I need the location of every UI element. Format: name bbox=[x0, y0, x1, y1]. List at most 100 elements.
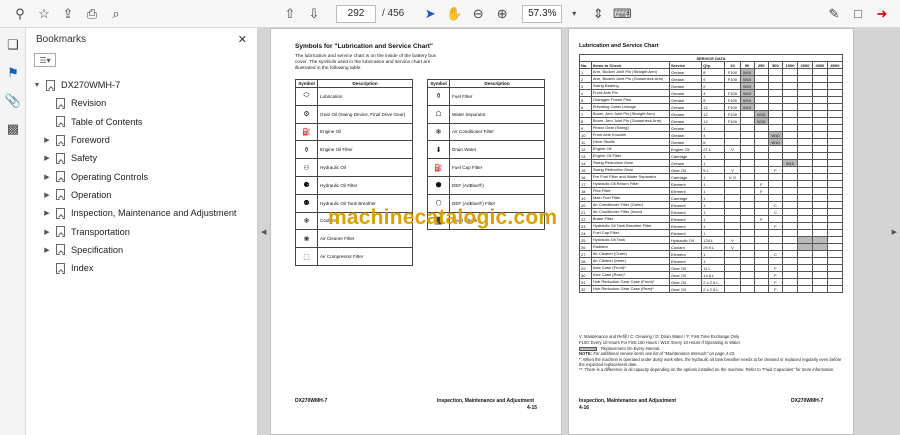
search-icon[interactable]: ⚲ bbox=[8, 3, 32, 25]
table-cell: Grease bbox=[668, 131, 703, 139]
table-cell bbox=[811, 187, 828, 195]
symbol-row: ❀ Air Cleaner Filter bbox=[295, 229, 413, 249]
table-cell: Grease bbox=[668, 110, 703, 118]
zoom-search-icon[interactable]: ⌕ bbox=[104, 3, 128, 25]
bookmark-item[interactable]: ▶ Operating Controls bbox=[26, 167, 257, 185]
chevron-right-icon[interactable]: ▶ bbox=[42, 209, 52, 217]
bookmarks-icon[interactable]: ⚑ bbox=[1, 62, 25, 84]
right-pane-arrow-icon[interactable]: ▶ bbox=[892, 228, 897, 236]
table-cell: Brake Filter bbox=[590, 215, 670, 223]
table-row: 10 Front Axle Knuckle Grease 4 W10 bbox=[579, 131, 844, 139]
table-cell bbox=[826, 131, 844, 139]
table-row: 25 Hydraulic Oil Tank Hydraulic Oil 124 LV bbox=[579, 236, 844, 244]
table-cell bbox=[811, 222, 828, 230]
zoom-out-icon[interactable]: ⊖ bbox=[466, 3, 490, 25]
symbol-row: ⚙ Gear Oil (Swing Device, Final Drive Gea… bbox=[295, 104, 413, 124]
table-cell: 5 bbox=[579, 96, 592, 104]
attachment-icon[interactable]: 📎 bbox=[1, 90, 25, 112]
symbol-row: ⚱ Engine Oil Filter bbox=[295, 140, 413, 160]
bookmark-item[interactable]: Table of Contents bbox=[26, 113, 257, 131]
table-cell bbox=[782, 194, 798, 202]
star-icon[interactable]: ☆ bbox=[32, 3, 56, 25]
page-number-input[interactable]: 292 bbox=[336, 4, 376, 23]
bookmark-item[interactable]: ▶ Foreword bbox=[26, 131, 257, 149]
table-cell bbox=[767, 243, 784, 251]
chevron-right-icon[interactable]: ▶ bbox=[42, 154, 52, 162]
table-cell: Coolant bbox=[668, 243, 703, 251]
bookmark-item[interactable]: Revision bbox=[26, 94, 257, 112]
prev-page-icon[interactable]: ⇧ bbox=[278, 3, 302, 25]
symbol-description: Fuel Filter bbox=[449, 87, 545, 106]
table-cell bbox=[753, 285, 769, 293]
table-cell bbox=[724, 278, 741, 286]
hand-tool-icon[interactable]: ✋ bbox=[442, 3, 466, 25]
table-row: 18 Pilot Filter Element 1 F bbox=[579, 187, 844, 195]
bookmark-item[interactable]: ▶ Transportation bbox=[26, 222, 257, 240]
options-menu-icon[interactable]: ☰▾ bbox=[34, 53, 56, 67]
bookmark-item[interactable]: ▶ Specification bbox=[26, 241, 257, 259]
bookmark-label: Table of Contents bbox=[71, 116, 143, 127]
table-cell: 4 bbox=[579, 89, 592, 97]
document-viewer[interactable]: ◀ ▶ Symbols for "Lubrication and Service… bbox=[258, 28, 900, 435]
bookmark-item[interactable]: ▶ Operation bbox=[26, 186, 257, 204]
table-cell bbox=[782, 208, 798, 216]
legend-notes: V: Maintenance and Refill / C: Cleaning … bbox=[579, 334, 843, 373]
left-pane-arrow-icon[interactable]: ◀ bbox=[261, 228, 266, 236]
next-page-icon[interactable]: ⇩ bbox=[302, 3, 326, 25]
chevron-right-icon[interactable]: ▶ bbox=[42, 136, 52, 144]
table-cell: Swing Bearing bbox=[590, 82, 670, 90]
chevron-right-icon[interactable]: ▶ bbox=[42, 228, 52, 236]
table-cell bbox=[811, 271, 828, 279]
share-icon[interactable]: ➜ bbox=[870, 3, 894, 25]
chevron-right-icon[interactable]: ▶ bbox=[42, 191, 52, 199]
bookmark-item[interactable]: ▶ Inspection, Maintenance and Adjustment bbox=[26, 204, 257, 222]
symbol-description: Fuel Cap Filter bbox=[449, 158, 545, 177]
upload-icon[interactable]: ⇪ bbox=[56, 3, 80, 25]
table-cell bbox=[796, 187, 813, 195]
comment-icon[interactable]: □ bbox=[846, 3, 870, 25]
table-cell bbox=[826, 243, 844, 251]
table-cell bbox=[811, 145, 828, 153]
col-symbol: Symbol bbox=[295, 79, 318, 88]
pen-link-icon[interactable]: ✎ bbox=[822, 3, 846, 25]
zoom-in-icon[interactable]: ⊕ bbox=[490, 3, 514, 25]
bookmark-item[interactable]: ▶ Safety bbox=[26, 149, 257, 167]
table-cell bbox=[796, 89, 813, 97]
chevron-right-icon[interactable]: ▶ bbox=[42, 173, 52, 181]
close-icon[interactable]: ✕ bbox=[238, 33, 247, 46]
table-cell: F100 bbox=[724, 75, 741, 83]
col-symbol: Symbol bbox=[427, 79, 450, 88]
chevron-right-icon[interactable]: ▶ bbox=[42, 246, 52, 254]
print-icon[interactable]: ⎙ bbox=[80, 3, 104, 25]
table-cell: 28 bbox=[579, 257, 592, 265]
bookmark-item[interactable]: Index bbox=[26, 259, 257, 277]
table-cell: W10 bbox=[767, 138, 784, 146]
symbol-icon: ⚇ bbox=[295, 158, 318, 177]
table-cell: Drive Shafts bbox=[590, 138, 670, 146]
table-row: 24 Fuel Cap Filter Element 1 bbox=[579, 229, 844, 237]
select-cursor-icon[interactable]: ➤ bbox=[418, 3, 442, 25]
pages-icon[interactable]: ❏ bbox=[1, 34, 25, 56]
table-cell bbox=[782, 250, 798, 258]
table-cell bbox=[796, 250, 813, 258]
zoom-input[interactable]: 57.3% bbox=[522, 4, 563, 23]
table-cell bbox=[826, 229, 844, 237]
symbol-icon: ⬚ bbox=[295, 247, 318, 266]
zoom-dropdown-icon[interactable]: ▾ bbox=[562, 3, 586, 25]
table-cell bbox=[724, 271, 741, 279]
bookmark-icon bbox=[56, 244, 65, 256]
table-cell bbox=[796, 278, 813, 286]
bookmark-root[interactable]: ▼ DX270WMH-7 bbox=[26, 76, 257, 94]
chevron-down-icon[interactable]: ▼ bbox=[32, 82, 42, 89]
table-cell bbox=[796, 131, 813, 139]
symbol-description: DEF (AdBlue®) bbox=[449, 175, 545, 195]
table-cell: 15 bbox=[579, 166, 592, 174]
symbol-description: Water Separator bbox=[449, 104, 545, 124]
fit-page-icon[interactable]: ⇕ bbox=[586, 3, 610, 25]
table-cell: Grease bbox=[668, 89, 703, 97]
table-cell bbox=[724, 208, 741, 216]
keyboard-icon[interactable]: ⌨ bbox=[610, 3, 634, 25]
layers-icon[interactable]: ▩ bbox=[1, 118, 25, 140]
table-cell bbox=[753, 257, 769, 265]
table-cell bbox=[724, 131, 741, 139]
